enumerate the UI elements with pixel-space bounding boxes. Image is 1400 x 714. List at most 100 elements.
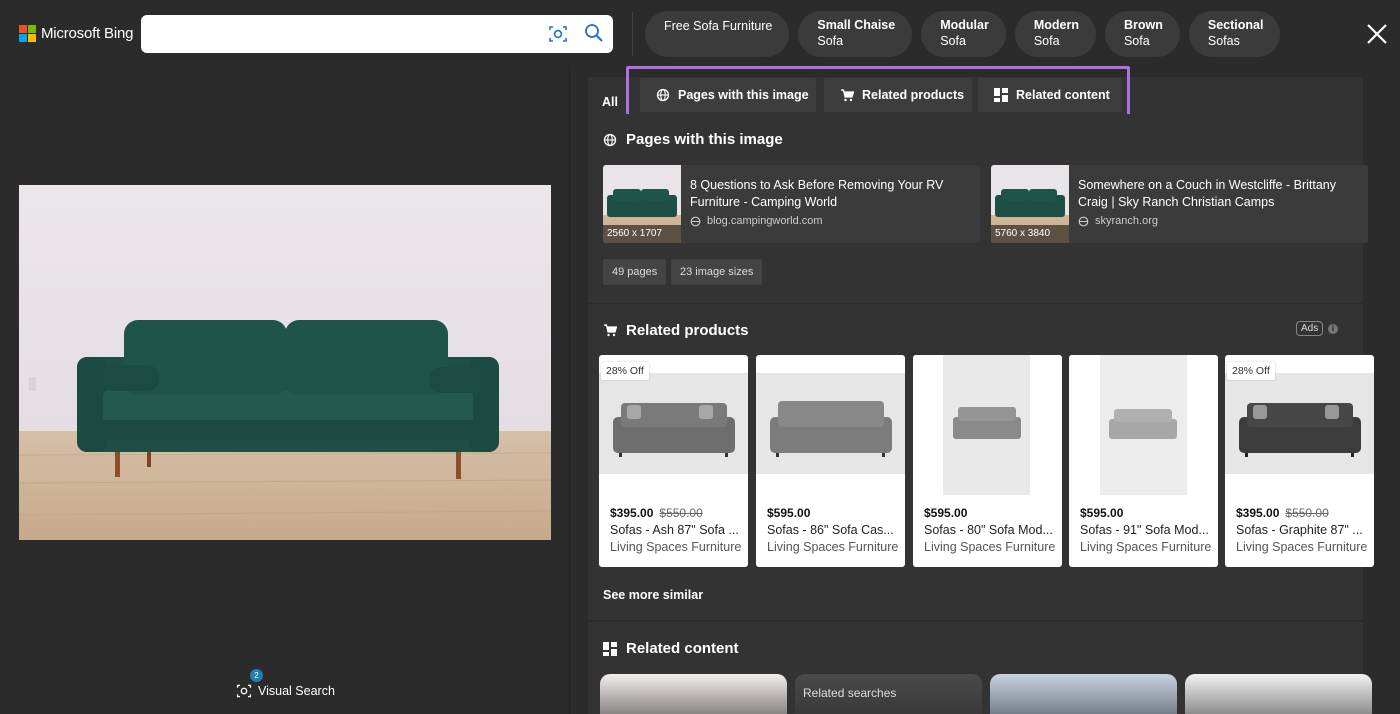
chip-label: Sofa <box>1033 33 1060 48</box>
pages-count-pill[interactable]: 49 pages <box>603 259 667 285</box>
product-card[interactable]: $595.00 Sofas - 80" Sofa Mod... Living S… <box>913 355 1062 567</box>
chip-label: Free Sofa Furniture <box>664 19 773 33</box>
chip-label: Sofa <box>940 33 966 48</box>
header-divider <box>632 12 633 56</box>
search-box[interactable] <box>141 15 613 53</box>
section-title-text: Pages with this image <box>626 131 783 148</box>
chip-label-bold: Small Chaise <box>817 18 896 32</box>
cart-icon <box>604 324 617 337</box>
product-name: Sofas - 86" Sofa Cas... <box>767 523 894 537</box>
brand-name: Microsoft Bing <box>41 25 134 42</box>
tab-label: Pages with this image <box>678 88 809 102</box>
tab-pages-with-this-image[interactable]: Pages with this image <box>640 78 816 112</box>
chip-label-bold: Modular <box>940 18 989 32</box>
product-image <box>599 373 748 474</box>
chip-free-sofa-furniture[interactable]: Free Sofa Furniture <box>645 11 790 57</box>
chip-sectional-sofas[interactable]: Sectional Sofas <box>1188 11 1281 57</box>
search-input[interactable] <box>153 23 533 45</box>
chip-label: Sofa <box>817 33 844 48</box>
chip-modern-sofa[interactable]: Modern Sofa <box>1014 11 1096 57</box>
globe-icon <box>690 216 701 226</box>
product-price: $395.00 $550.00 <box>1236 506 1329 520</box>
visual-search-icon <box>236 684 252 698</box>
related-content-card[interactable] <box>1185 674 1372 714</box>
products-section-title: Related products <box>603 322 749 339</box>
tab-related-products[interactable]: Related products <box>824 78 972 112</box>
image-sizes-pill[interactable]: 23 image sizes <box>671 259 763 285</box>
discount-badge: 28% Off <box>1227 362 1275 380</box>
product-price: $395.00 $550.00 <box>610 506 703 520</box>
section-title-text: Related content <box>626 640 739 657</box>
tab-related-content[interactable]: Related content <box>978 78 1122 112</box>
product-image <box>1069 355 1218 495</box>
price-old: $550.00 <box>1285 506 1329 520</box>
price-current: $595.00 <box>924 506 968 520</box>
page-result-card[interactable]: 2560 x 1707 8 Questions to Ask Before Re… <box>603 165 980 243</box>
globe-icon <box>603 133 617 146</box>
product-card[interactable]: 28% Off $395.00 $550.00 Sofas - Ash 87" S… <box>599 355 748 567</box>
product-seller: Living Spaces Furniture <box>1236 540 1368 554</box>
product-seller: Living Spaces Furniture <box>610 540 742 554</box>
see-more-similar-link[interactable]: See more similar <box>603 588 703 602</box>
details-pane: All Pages with this image Related produc… <box>570 66 1400 714</box>
globe-icon <box>656 88 670 102</box>
visual-search-button[interactable]: 2 Visual Search <box>236 669 335 699</box>
product-image <box>756 373 905 474</box>
main-sofa-image[interactable] <box>19 185 551 540</box>
top-bar: Microsoft Bing Free Sofa Furniture Small… <box>0 0 1400 66</box>
ads-label[interactable]: Ads <box>1296 321 1324 336</box>
product-card[interactable]: $595.00 Sofas - 86" Sofa Cas... Living S… <box>756 355 905 567</box>
product-price: $595.00 <box>1080 506 1123 520</box>
tab-label: Related products <box>862 88 965 102</box>
info-icon[interactable]: i <box>1328 324 1338 334</box>
cart-icon <box>841 88 854 101</box>
product-image <box>1225 373 1374 474</box>
price-current: $595.00 <box>1080 506 1124 520</box>
product-card[interactable]: $595.00 Sofas - 91" Sofa Mod... Living S… <box>1069 355 1218 567</box>
price-current: $595.00 <box>767 506 811 520</box>
close-icon[interactable] <box>1366 23 1388 45</box>
page-result-card[interactable]: 5760 x 3840 Somewhere on a Couch in West… <box>991 165 1368 243</box>
product-card[interactable]: 28% Off $395.00 $550.00 Sofas - Graphite … <box>1225 355 1374 567</box>
product-price: $595.00 <box>767 506 810 520</box>
visual-search-badge: 2 <box>250 669 263 682</box>
page-title[interactable]: Somewhere on a Couch in Westcliffe - Bri… <box>1078 177 1358 211</box>
related-searches-card[interactable]: Related searches <box>795 674 982 714</box>
grid-icon <box>994 88 1008 102</box>
product-seller: Living Spaces Furniture <box>767 540 899 554</box>
visual-search-icon[interactable] <box>548 24 568 44</box>
page-domain: skyranch.org <box>1078 215 1158 227</box>
tab-all[interactable]: All <box>602 95 618 109</box>
pages-section-title: Pages with this image <box>603 131 783 148</box>
chip-label-bold: Brown <box>1123 18 1163 32</box>
search-icon[interactable] <box>584 23 604 43</box>
price-old: $550.00 <box>659 506 703 520</box>
chip-label-bold: Sectional <box>1207 18 1264 32</box>
grid-icon <box>603 641 617 656</box>
page-domain: blog.campingworld.com <box>690 215 823 227</box>
page-title[interactable]: 8 Questions to Ask Before Removing Your … <box>690 177 970 211</box>
price-current: $395.00 <box>1236 506 1280 520</box>
product-name: Sofas - 91" Sofa Mod... <box>1080 523 1209 537</box>
chip-brown-sofa[interactable]: Brown Sofa <box>1104 11 1180 57</box>
globe-icon <box>1078 216 1089 226</box>
related-content-title: Related content <box>603 640 739 657</box>
bing-logo[interactable]: Microsoft Bing <box>19 25 133 42</box>
section-title-text: Related products <box>626 322 749 339</box>
product-name: Sofas - Ash 87" Sofa ... <box>610 523 739 537</box>
chip-modular-sofa[interactable]: Modular Sofa <box>921 11 1006 57</box>
chip-small-chaise-sofa[interactable]: Small Chaise Sofa <box>798 11 913 57</box>
product-price: $595.00 <box>924 506 967 520</box>
price-current: $395.00 <box>610 506 654 520</box>
image-dimensions: 2560 x 1707 <box>603 225 681 243</box>
image-dimensions: 5760 x 3840 <box>991 225 1069 243</box>
page-thumbnail: 2560 x 1707 <box>603 165 681 243</box>
domain-text: skyranch.org <box>1095 215 1158 227</box>
discount-badge: 28% Off <box>601 362 649 380</box>
related-content-card[interactable] <box>990 674 1177 714</box>
product-name: Sofas - 80" Sofa Mod... <box>924 523 1053 537</box>
related-searches-label: Related searches <box>803 686 897 700</box>
page-thumbnail: 5760 x 3840 <box>991 165 1069 243</box>
product-seller: Living Spaces Furniture <box>1080 540 1212 554</box>
related-content-card[interactable] <box>600 674 787 714</box>
